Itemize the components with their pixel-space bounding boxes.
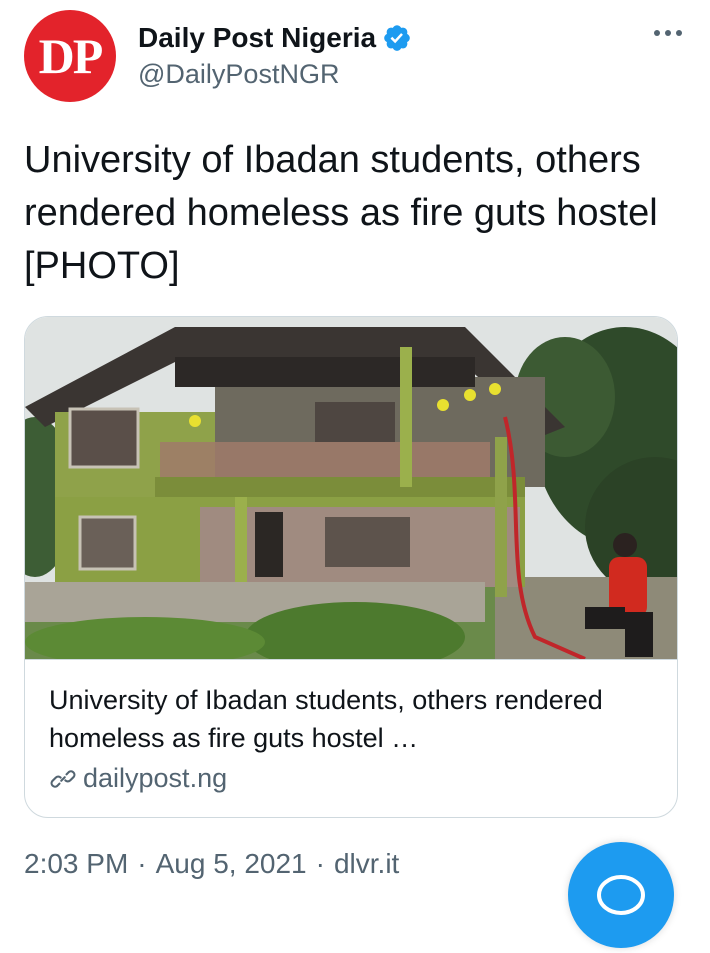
link-icon — [50, 769, 76, 788]
tweet-time[interactable]: 2:03 PM — [24, 848, 128, 879]
avatar[interactable]: DP — [24, 10, 116, 102]
card-domain-row[interactable]: dailypost.ng — [49, 763, 227, 794]
verified-badge-icon — [384, 25, 410, 51]
card-divider — [25, 659, 677, 660]
display-name[interactable]: Daily Post Nigeria — [138, 20, 376, 56]
tweet-text: University of Ibadan students, others re… — [24, 139, 658, 287]
handle[interactable]: @DailyPostNGR — [138, 56, 412, 92]
tweet-date[interactable]: Aug 5, 2021 — [156, 848, 307, 879]
compose-reply-button[interactable] — [568, 842, 674, 948]
avatar-text: DP — [38, 28, 104, 84]
meta-separator: · — [137, 848, 147, 879]
tweet-meta: 2:03 PM · Aug 5, 2021 · dlvr.it — [24, 848, 399, 880]
tweet-source[interactable]: dlvr.it — [334, 848, 399, 879]
display-name-row[interactable]: Daily Post Nigeria — [138, 20, 412, 56]
more-options-button[interactable] — [650, 18, 686, 48]
more-dots-icon — [654, 30, 682, 36]
card-image[interactable] — [25, 317, 678, 659]
author-info[interactable]: Daily Post Nigeria @DailyPostNGR — [138, 20, 412, 92]
link-card[interactable]: University of Ibadan students, others re… — [24, 316, 678, 818]
card-domain: dailypost.ng — [83, 763, 228, 793]
tweet-header: DP Daily Post Nigeria @DailyPostNGR — [24, 10, 686, 102]
card-title[interactable]: University of Ibadan students, others re… — [49, 681, 649, 757]
meta-separator: · — [315, 848, 325, 879]
chat-bubble-icon — [597, 875, 645, 915]
